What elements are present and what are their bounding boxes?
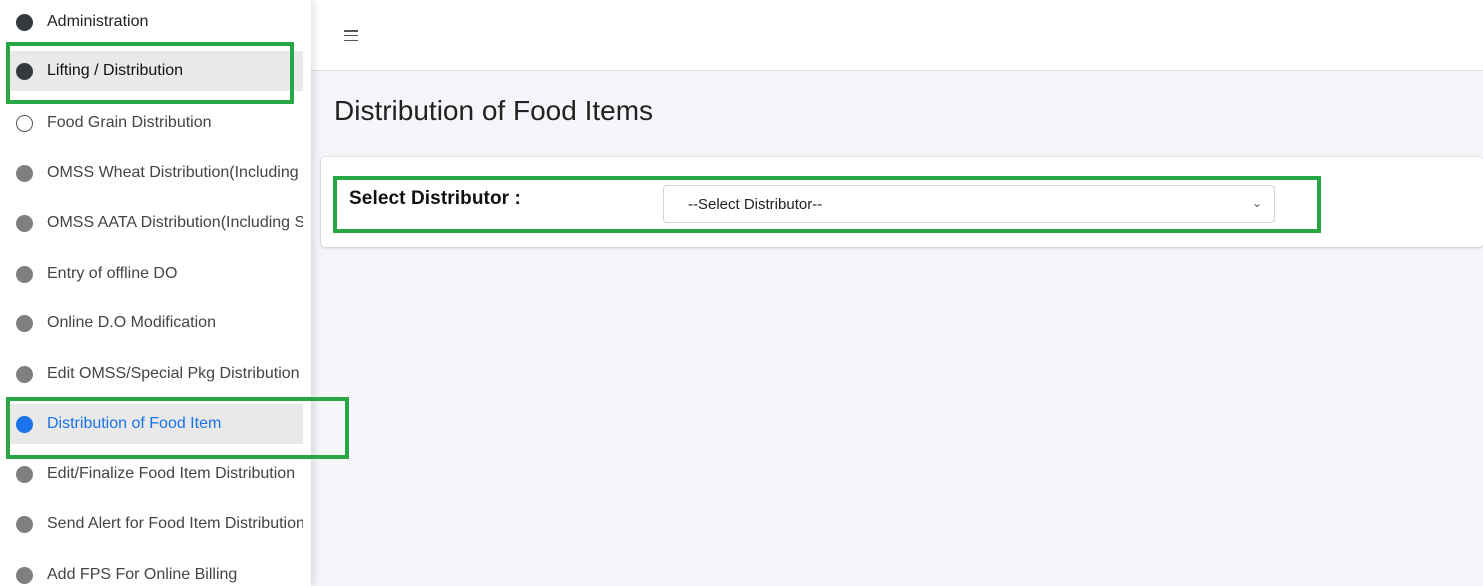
- sidebar-item-label: Edit OMSS/Special Pkg Distribution: [47, 365, 300, 382]
- sidebar-item-omss-aata-distribution[interactable]: OMSS AATA Distribution(Including Special…: [8, 203, 303, 243]
- sidebar-item-label: Entry of offline DO: [47, 265, 178, 282]
- distributor-select-value: --Select Distributor--: [688, 195, 823, 213]
- hamburger-icon[interactable]: [344, 30, 358, 42]
- sidebar-item-edit-finalize-food-item[interactable]: Edit/Finalize Food Item Distribution: [8, 454, 303, 494]
- sidebar-item-label: OMSS Wheat Distribution(Including Specia…: [47, 164, 303, 181]
- page-title: Distribution of Food Items: [334, 95, 654, 126]
- sidebar-item-label: Administration: [47, 13, 149, 30]
- circle-icon: [16, 515, 33, 533]
- sidebar-item-lifting-distribution[interactable]: Lifting / Distribution: [8, 51, 303, 91]
- sidebar-item-omss-wheat-distribution[interactable]: OMSS Wheat Distribution(Including Specia…: [8, 153, 303, 193]
- sidebar-item-label: Send Alert for Food Item Distribution: [47, 515, 303, 532]
- circle-outline-icon: [16, 114, 33, 132]
- chevron-down-icon: ⌄: [1251, 196, 1262, 210]
- select-distributor-label: Select Distributor :: [349, 188, 521, 209]
- circle-icon: [16, 62, 33, 80]
- circle-icon: [16, 214, 33, 232]
- sidebar-item-send-alert-food-item[interactable]: Send Alert for Food Item Distribution: [8, 504, 303, 544]
- sidebar-item-label: Lifting / Distribution: [47, 62, 184, 79]
- sidebar-item-administration[interactable]: Administration: [8, 2, 303, 42]
- sidebar-item-label: OMSS AATA Distribution(Including Special…: [47, 214, 303, 231]
- circle-icon: [16, 13, 33, 31]
- sidebar-item-add-fps-online-billing[interactable]: Add FPS For Online Billing: [8, 555, 303, 586]
- app-root: Administration Lifting / Distribution Fo…: [0, 0, 1483, 586]
- sidebar-item-label: Edit/Finalize Food Item Distribution: [47, 465, 296, 482]
- sidebar-item-label: Food Grain Distribution: [47, 114, 212, 131]
- sidebar-item-label: Add FPS For Online Billing: [47, 566, 238, 583]
- sidebar: Administration Lifting / Distribution Fo…: [0, 0, 311, 586]
- circle-icon: [16, 465, 33, 483]
- circle-icon: [16, 265, 33, 283]
- sidebar-item-food-grain-distribution[interactable]: Food Grain Distribution: [8, 103, 303, 143]
- sidebar-item-online-do-modification[interactable]: Online D.O Modification: [8, 303, 303, 343]
- circle-icon: [16, 415, 33, 433]
- top-navbar: [311, 0, 1483, 71]
- sidebar-item-distribution-food-item[interactable]: Distribution of Food Item: [8, 404, 303, 444]
- sidebar-item-edit-omss-special-pkg[interactable]: Edit OMSS/Special Pkg Distribution: [8, 354, 303, 394]
- sidebar-item-label: Distribution of Food Item: [47, 415, 222, 432]
- circle-icon: [16, 365, 33, 383]
- circle-icon: [16, 314, 33, 332]
- circle-icon: [16, 164, 33, 182]
- sidebar-item-entry-offline-do[interactable]: Entry of offline DO: [8, 254, 303, 294]
- sidebar-item-label: Online D.O Modification: [47, 314, 216, 331]
- distributor-select[interactable]: --Select Distributor-- ⌄: [663, 185, 1275, 223]
- circle-icon: [16, 566, 33, 584]
